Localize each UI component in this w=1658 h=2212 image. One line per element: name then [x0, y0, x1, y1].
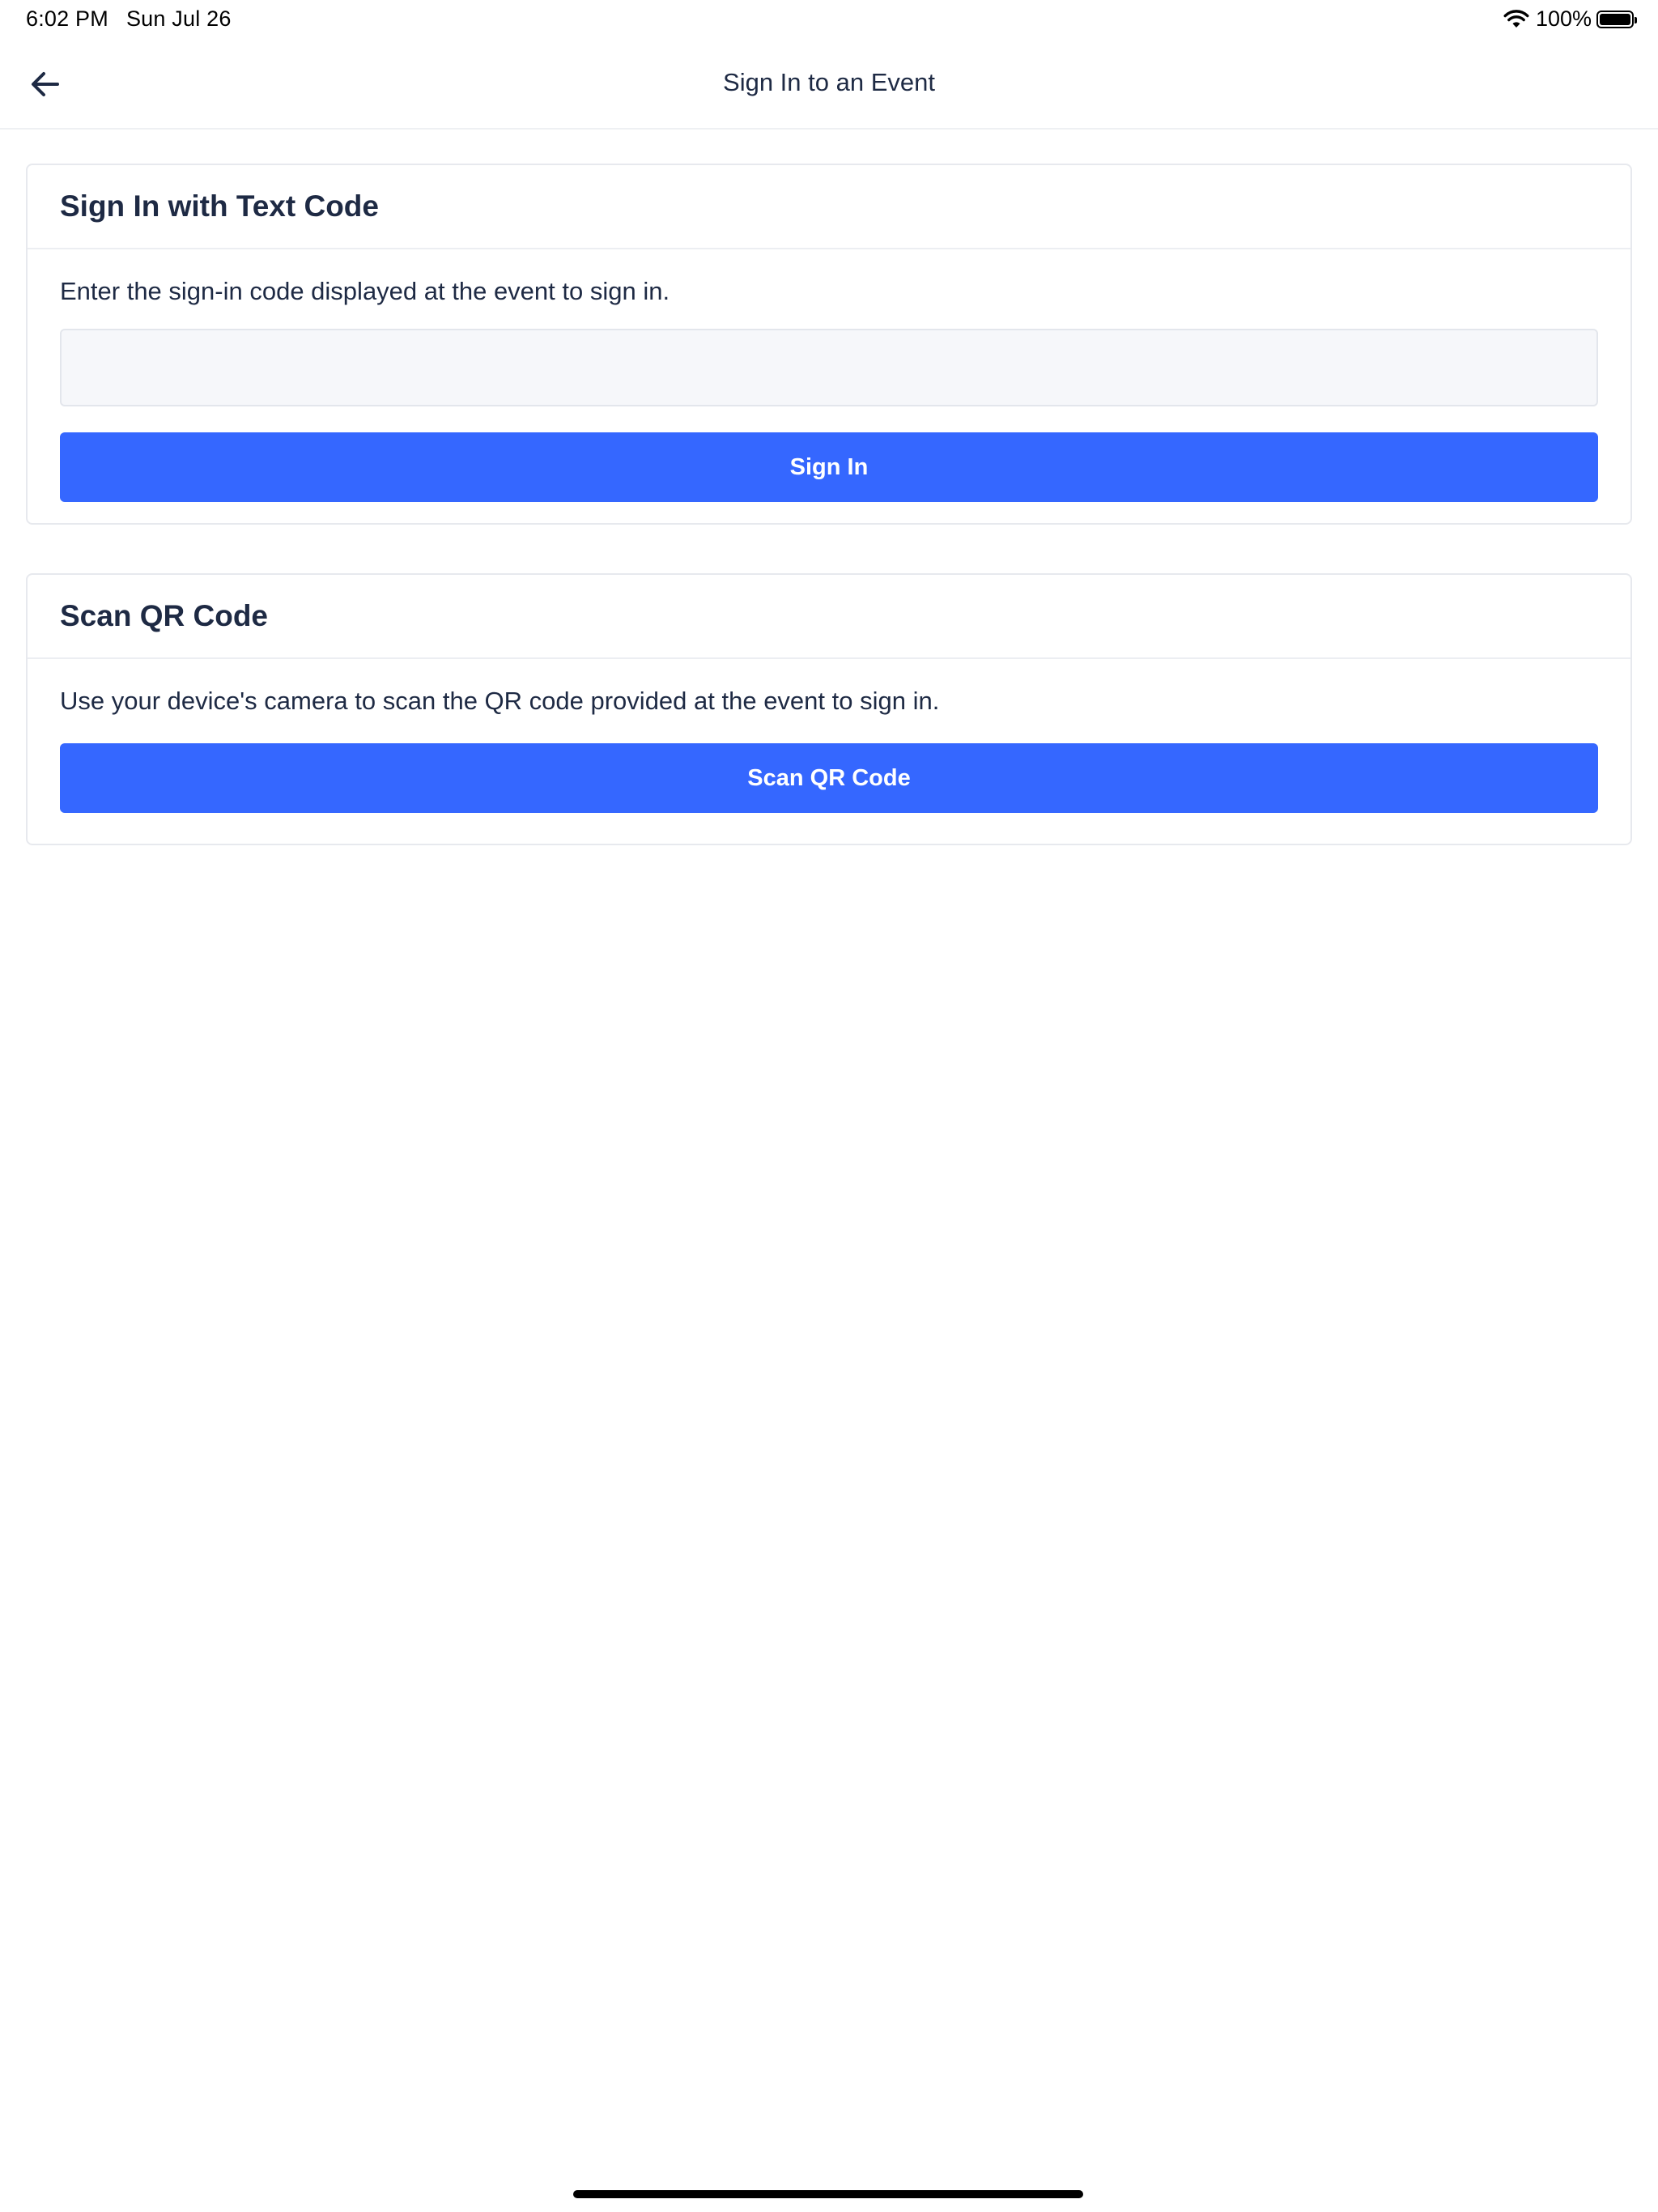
navigation-bar: Sign In to an Event	[0, 39, 1658, 130]
scan-qr-code-button-label: Scan QR Code	[747, 764, 911, 791]
status-time-date: 6:02 PM Sun Jul 26	[26, 6, 232, 32]
text-code-card: Sign In with Text Code Enter the sign-in…	[26, 164, 1632, 525]
status-date: Sun Jul 26	[125, 6, 232, 31]
sign-in-code-input[interactable]	[60, 329, 1598, 406]
text-code-description: Enter the sign-in code displayed at the …	[60, 277, 670, 305]
qr-card-title: Scan QR Code	[60, 599, 268, 632]
text-code-card-title: Sign In with Text Code	[60, 189, 379, 223]
status-indicators: 100%	[1503, 6, 1637, 32]
home-indicator[interactable]	[573, 2190, 1083, 2198]
battery-percent: 100%	[1535, 6, 1592, 31]
scan-qr-code-button[interactable]: Scan QR Code	[60, 743, 1598, 813]
text-code-card-header: Sign In with Text Code	[28, 165, 1630, 249]
qr-code-card: Scan QR Code Use your device's camera to…	[26, 573, 1632, 845]
wifi-icon	[1503, 9, 1529, 28]
qr-card-header: Scan QR Code	[28, 575, 1630, 659]
status-time: 6:02 PM	[26, 6, 108, 31]
sign-in-button[interactable]: Sign In	[60, 432, 1598, 502]
page-title: Sign In to an Event	[723, 68, 935, 96]
qr-card-body: Use your device's camera to scan the QR …	[28, 659, 1630, 813]
qr-description: Use your device's camera to scan the QR …	[60, 687, 940, 715]
sign-in-button-label: Sign In	[789, 453, 869, 480]
battery-icon	[1596, 10, 1637, 28]
status-bar: 6:02 PM Sun Jul 26 100%	[0, 0, 1658, 39]
text-code-card-body: Enter the sign-in code displayed at the …	[28, 249, 1630, 502]
